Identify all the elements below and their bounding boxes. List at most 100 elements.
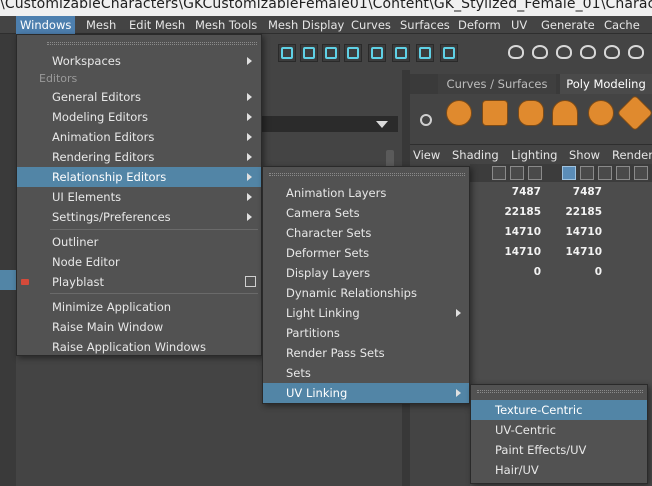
poly-sphere-icon[interactable] <box>446 100 472 126</box>
window-title: \CustomizableCharacters\GKCustomizableFe… <box>0 0 652 12</box>
chevron-right-icon <box>247 93 252 101</box>
menu-windows[interactable]: Windows <box>16 16 76 34</box>
chevron-down-icon[interactable] <box>376 121 388 128</box>
menu-item-display-layers[interactable]: Display Layers <box>263 263 469 283</box>
gear-icon[interactable] <box>420 114 432 126</box>
camera-icon[interactable] <box>626 42 648 64</box>
menu-item-modeling-editors[interactable]: Modeling Editors <box>17 107 261 127</box>
tab-curves-surfaces[interactable]: Curves / Surfaces <box>438 74 556 94</box>
poly-cylinder-icon[interactable] <box>518 100 544 126</box>
hud-faces-object: 14710 <box>504 226 541 238</box>
snap-grid-icon[interactable] <box>278 44 296 62</box>
viewport-menu-lighting[interactable]: Lighting <box>511 145 557 165</box>
chevron-right-icon <box>247 113 252 121</box>
menu-uv[interactable]: UV <box>507 16 531 34</box>
image-plane-icon[interactable] <box>528 166 542 180</box>
hud-tris-object: 14710 <box>504 246 541 258</box>
snap-point-icon[interactable] <box>322 44 340 62</box>
menu-item-general-editors[interactable]: General Editors <box>17 87 261 107</box>
menu-item-ui-elements[interactable]: UI Elements <box>17 187 261 207</box>
menu-generate[interactable]: Generate <box>537 16 599 34</box>
construction-history-icon[interactable] <box>392 44 410 62</box>
gate-mask-icon[interactable] <box>616 166 630 180</box>
menu-item-deformer-sets[interactable]: Deformer Sets <box>263 243 469 263</box>
hud-edges-object: 22185 <box>504 206 541 218</box>
menu-item-light-linking[interactable]: Light Linking <box>263 303 469 323</box>
menu-item-sets[interactable]: Sets <box>263 363 469 383</box>
tear-off-handle[interactable] <box>477 390 643 393</box>
menu-item-rendering-editors[interactable]: Rendering Editors <box>17 147 261 167</box>
field-chart-icon[interactable] <box>634 166 648 180</box>
menu-mesh-display[interactable]: Mesh Display <box>264 16 348 34</box>
hud-faces-selected: 14710 <box>565 226 602 238</box>
menu-item-settings-preferences[interactable]: Settings/Preferences <box>17 207 261 227</box>
menu-deform[interactable]: Deform <box>454 16 505 34</box>
menu-item-camera-sets[interactable]: Camera Sets <box>263 203 469 223</box>
snap-view-plane-icon[interactable] <box>344 44 362 62</box>
grid-icon[interactable] <box>562 166 576 180</box>
menu-item-outliner[interactable]: Outliner <box>17 232 261 252</box>
menu-item-workspaces[interactable]: Workspaces <box>17 51 261 71</box>
menu-item-texture-centric[interactable]: Texture-Centric <box>471 400 647 420</box>
menu-curves[interactable]: Curves <box>347 16 395 34</box>
menu-item-partitions[interactable]: Partitions <box>263 323 469 343</box>
bookmark-icon[interactable] <box>492 166 506 180</box>
menu-separator <box>50 293 258 294</box>
ipr-render-icon[interactable] <box>440 44 458 62</box>
film-gate-icon[interactable] <box>580 166 594 180</box>
lasso-select-icon[interactable] <box>506 42 528 64</box>
menu-item-paint-effects-uv[interactable]: Paint Effects/UV <box>471 440 647 460</box>
menu-item-hair-uv[interactable]: Hair/UV <box>471 460 647 480</box>
resolution-gate-icon[interactable] <box>598 166 612 180</box>
menu-item-raise-main-window[interactable]: Raise Main Window <box>17 317 261 337</box>
hud-edges-selected: 22185 <box>565 206 602 218</box>
snap-curve-icon[interactable] <box>300 44 318 62</box>
camera-attributes-icon[interactable] <box>510 166 524 180</box>
poly-cube-icon[interactable] <box>482 100 508 126</box>
chevron-right-icon <box>247 133 252 141</box>
menu-item-character-sets[interactable]: Character Sets <box>263 223 469 243</box>
menu-mesh[interactable]: Mesh <box>82 16 120 34</box>
menu-item-dynamic-relationships[interactable]: Dynamic Relationships <box>263 283 469 303</box>
tab-poly-modeling[interactable]: Poly Modeling <box>560 74 652 94</box>
menu-surfaces[interactable]: Surfaces <box>396 16 454 34</box>
viewport-menu-shading[interactable]: Shading <box>452 145 499 165</box>
chevron-right-icon <box>247 213 252 221</box>
menu-item-animation-layers[interactable]: Animation Layers <box>263 183 469 203</box>
menu-item-playblast[interactable]: Playblast <box>17 272 261 292</box>
playblast-option-box[interactable] <box>245 276 256 287</box>
viewport-menu-bar: View Shading Lighting Show Renderer <box>410 144 652 164</box>
menu-item-raise-application-windows[interactable]: Raise Application Windows <box>17 337 261 357</box>
viewport-menu-renderer[interactable]: Renderer <box>612 145 652 165</box>
viewport-menu-show[interactable]: Show <box>569 145 600 165</box>
menu-item-relationship-editors[interactable]: Relationship Editors <box>17 167 261 187</box>
tear-off-handle[interactable] <box>47 42 257 45</box>
symmetry-icon[interactable] <box>578 42 600 64</box>
make-live-icon[interactable] <box>368 44 386 62</box>
chevron-right-icon <box>247 173 252 181</box>
paint-select-icon[interactable] <box>530 42 552 64</box>
menu-edit-mesh[interactable]: Edit Mesh <box>125 16 189 34</box>
menu-mesh-tools[interactable]: Mesh Tools <box>191 16 261 34</box>
hud-uvs-object: 0 <box>533 266 541 278</box>
menu-item-animation-editors[interactable]: Animation Editors <box>17 127 261 147</box>
tear-off-handle[interactable] <box>269 173 465 176</box>
menu-item-uv-centric[interactable]: UV-Centric <box>471 420 647 440</box>
tweak-icon[interactable] <box>602 42 624 64</box>
poly-cone-icon[interactable] <box>552 100 578 126</box>
menu-item-minimize-application[interactable]: Minimize Application <box>17 297 261 317</box>
hud-uvs-selected: 0 <box>594 266 602 278</box>
menu-item-render-pass-sets[interactable]: Render Pass Sets <box>263 343 469 363</box>
render-settings-icon[interactable] <box>416 44 434 62</box>
hud-tris-selected: 14710 <box>565 246 602 258</box>
poly-torus-icon[interactable] <box>588 100 614 126</box>
menu-separator <box>50 229 258 230</box>
menu-item-uv-linking[interactable]: UV Linking <box>263 383 469 403</box>
windows-menu: Workspaces Editors General Editors Model… <box>16 34 262 356</box>
menu-item-node-editor[interactable]: Node Editor <box>17 252 261 272</box>
uv-linking-submenu: Texture-Centric UV-Centric Paint Effects… <box>470 384 648 484</box>
section-editors: Editors <box>39 72 78 85</box>
viewport-menu-view[interactable]: View <box>413 145 440 165</box>
soft-select-icon[interactable] <box>554 42 576 64</box>
menu-cache[interactable]: Cache <box>600 16 644 34</box>
